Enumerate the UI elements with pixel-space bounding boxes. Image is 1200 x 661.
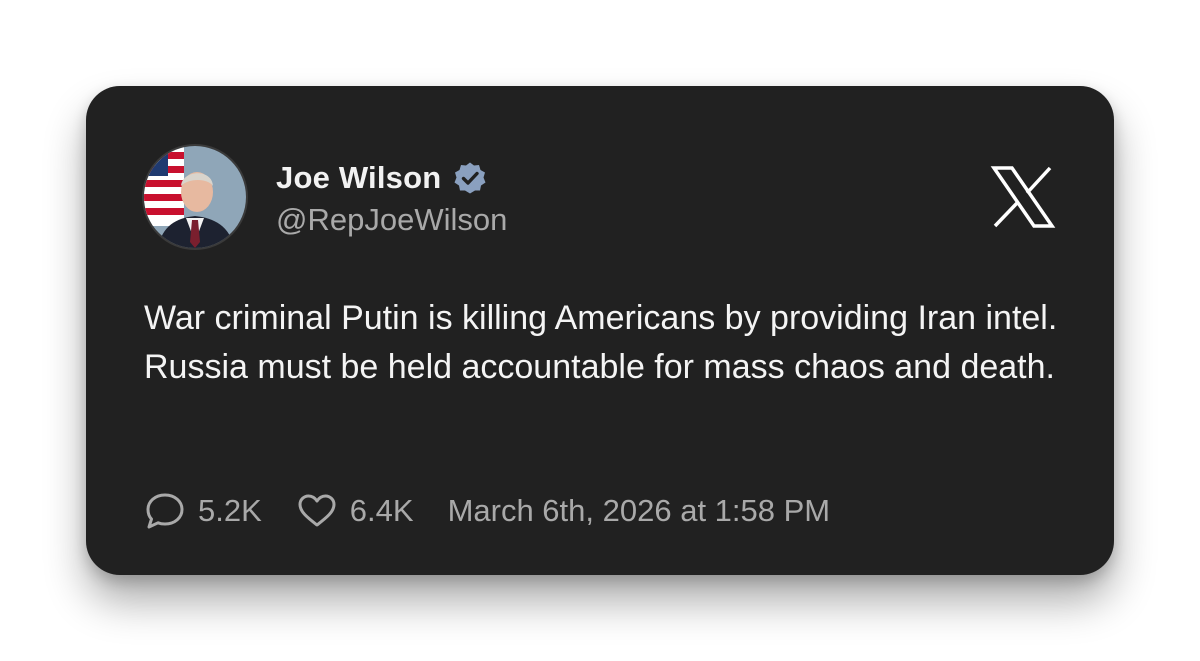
author-name-row: Joe Wilson bbox=[276, 158, 487, 198]
x-logo-icon[interactable] bbox=[990, 164, 1056, 230]
reply-count: 5.2K bbox=[198, 493, 262, 528]
tweet-card: Joe Wilson @RepJoeWilson War criminal Pu… bbox=[86, 86, 1114, 575]
like-count: 6.4K bbox=[349, 493, 414, 528]
heart-icon bbox=[298, 494, 336, 527]
verified-badge-icon bbox=[453, 161, 487, 195]
author-handle[interactable]: @RepJoeWilson bbox=[276, 202, 507, 238]
author-name[interactable]: Joe Wilson bbox=[276, 160, 441, 196]
like-stat[interactable]: 6.4K bbox=[296, 490, 414, 532]
reply-stat[interactable]: 5.2K bbox=[144, 490, 262, 532]
tweet-timestamp[interactable]: March 6th, 2026 at 1:58 PM bbox=[448, 493, 831, 529]
tweet-text: War criminal Putin is killing Americans … bbox=[144, 299, 1058, 386]
reply-bubble-icon bbox=[146, 493, 184, 529]
avatar[interactable] bbox=[144, 146, 246, 248]
tweet-footer: 5.2K 6.4K March 6th, 2026 at 1:58 PM bbox=[144, 486, 830, 536]
